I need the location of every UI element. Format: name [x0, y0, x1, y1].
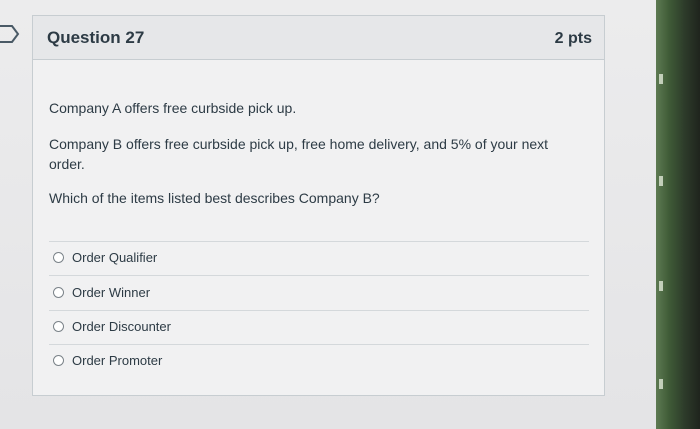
answer-label: Order Discounter: [72, 318, 171, 334]
question-title: Question 27: [47, 28, 145, 47]
radio-unselected-icon[interactable]: [53, 354, 64, 366]
edge-glint: [659, 74, 663, 84]
question-paragraph: Company A offers free curbside pick up.: [49, 100, 297, 116]
answer-option-order-winner[interactable]: Order Winner: [53, 282, 150, 302]
screen-edge: [656, 0, 700, 429]
edge-glint: [659, 281, 663, 291]
answer-divider: [49, 241, 589, 242]
question-prompt: Which of the items listed best describes…: [49, 190, 380, 206]
answer-label: Order Promoter: [72, 352, 163, 368]
answer-option-order-qualifier[interactable]: Order Qualifier: [53, 247, 157, 267]
answer-divider: [49, 275, 589, 276]
question-card: Question 27 2 pts Company A offers free …: [32, 15, 605, 396]
answer-option-order-promoter[interactable]: Order Promoter: [53, 350, 162, 370]
edge-glint: [659, 176, 663, 186]
question-header: Question 27 2 pts: [33, 16, 604, 60]
answer-label: Order Qualifier: [72, 249, 158, 265]
radio-unselected-icon[interactable]: [53, 251, 64, 263]
edge-glint: [659, 379, 663, 389]
answer-label: Order Winner: [72, 284, 151, 300]
radio-unselected-icon[interactable]: [53, 286, 64, 298]
radio-unselected-icon[interactable]: [53, 320, 64, 332]
bookmark-flag-icon[interactable]: [0, 24, 20, 44]
answer-divider: [49, 310, 589, 311]
question-paragraph: Company B offers free curbside pick up, …: [49, 136, 549, 172]
answer-divider: [49, 344, 589, 345]
question-points: 2 pts: [554, 30, 592, 47]
answer-option-order-discounter[interactable]: Order Discounter: [53, 316, 171, 336]
